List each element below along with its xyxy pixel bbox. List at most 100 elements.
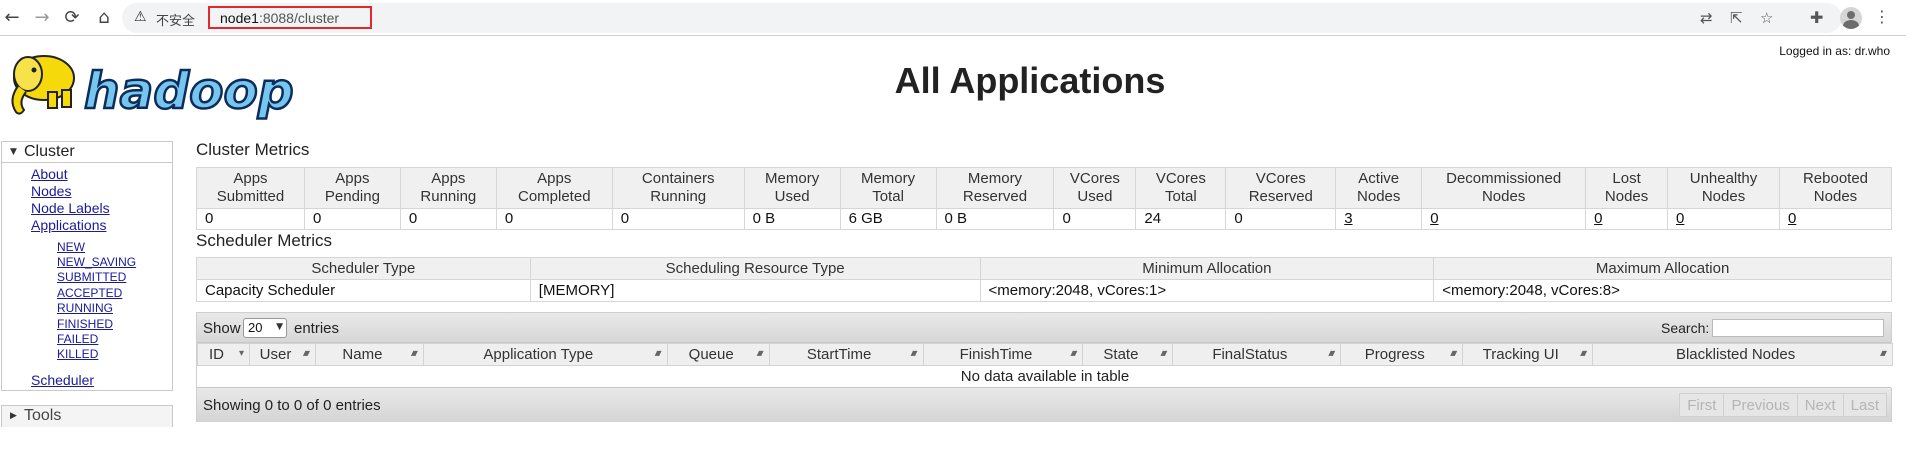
minimum-allocation: <memory:2048, vCores:1> <box>979 279 1435 302</box>
metric-active-nodes-link[interactable]: 3 <box>1344 210 1352 227</box>
metric-decommissioned-nodes-link[interactable]: 0 <box>1430 210 1438 227</box>
scheduler-type: Capacity Scheduler <box>196 279 531 302</box>
warning-icon[interactable]: ⚠ <box>134 9 147 25</box>
metric-lost-nodes-cell: 0 <box>1585 208 1669 230</box>
column-header-label: FinishTime <box>959 346 1033 363</box>
hadoop-logo[interactable]: hadoop <box>4 44 304 121</box>
nav-state-new-saving[interactable]: NEW_SAVING <box>57 255 136 269</box>
pager-first-button[interactable]: First <box>1679 393 1724 417</box>
tools-nav-header[interactable]: ▶ Tools <box>2 406 172 427</box>
cluster-nav-header[interactable]: ▼ Cluster <box>2 142 172 163</box>
share-icon[interactable]: ⇱ <box>1730 9 1743 27</box>
sort-icon: ▴▾ <box>654 348 662 359</box>
scheduler-header: Scheduler Type <box>196 257 531 280</box>
column-header-label: Tracking UI <box>1482 346 1559 363</box>
metric-header: VCores Used <box>1053 167 1137 209</box>
cluster-metrics-header-row: Apps Submitted Apps Pending Apps Running… <box>196 167 1893 209</box>
metric-header: Apps Completed <box>495 167 613 209</box>
metric-rebooted-nodes-link[interactable]: 0 <box>1788 210 1796 227</box>
column-header-label: Progress <box>1364 346 1425 363</box>
column-header-label: User <box>259 346 292 363</box>
cluster-metrics-value-row: 0 0 0 0 0 0 B 6 GB 0 B 0 24 0 3 0 0 0 0 <box>196 208 1893 230</box>
url-host: node1 <box>220 10 259 26</box>
column-header-id[interactable]: ID ▾ <box>197 343 250 366</box>
forward-arrow-icon[interactable]: → <box>30 6 54 30</box>
metric-header: Rebooted Nodes <box>1778 167 1893 209</box>
nav-state-accepted[interactable]: ACCEPTED <box>57 286 122 300</box>
nav-link-scheduler[interactable]: Scheduler <box>31 372 94 388</box>
empty-row: No data available in table <box>197 365 1893 388</box>
column-header-label: StartTime <box>806 346 872 363</box>
insecure-label[interactable]: 不安全 <box>156 10 195 29</box>
sort-icon: ▴▾ <box>1070 348 1077 359</box>
nav-state-killed[interactable]: KILLED <box>57 347 98 361</box>
translate-icon[interactable]: ⇄ <box>1700 9 1713 27</box>
browser-menu-icon[interactable]: ⋮ <box>1874 7 1890 27</box>
column-header-label: Name <box>342 346 383 363</box>
nav-state-running[interactable]: RUNNING <box>57 301 113 315</box>
collapsed-triangle-icon: ▶ <box>10 411 17 421</box>
column-header-blacklisted-nodes[interactable]: Blacklisted Nodes ▴▾ <box>1592 343 1893 366</box>
column-header-label: FinalStatus <box>1212 346 1288 363</box>
metric-header: VCores Reserved <box>1225 167 1337 209</box>
url-text[interactable]: node1:8088/cluster <box>208 6 372 29</box>
extensions-puzzle-icon[interactable]: ✚ <box>1810 8 1823 27</box>
page-title: All Applications <box>894 60 1166 101</box>
logo-wordmark: hadoop <box>84 62 294 120</box>
metric-apps-completed: 0 <box>495 208 613 230</box>
metric-containers-running: 0 <box>611 208 745 230</box>
search-input[interactable] <box>1712 319 1884 337</box>
address-bar[interactable]: ⚠ 不安全 node1:8088/cluster ⇄ ⇱ ☆ <box>122 3 1842 33</box>
metric-vcores-used: 0 <box>1053 208 1137 230</box>
tools-nav-title: Tools <box>24 407 62 424</box>
metric-header: Memory Used <box>743 167 841 209</box>
nav-state-submitted[interactable]: SUBMITTED <box>57 270 126 284</box>
reload-icon[interactable]: ⟳ <box>60 6 84 30</box>
pager-last-button[interactable]: Last <box>1842 393 1887 417</box>
metric-header: Memory Total <box>839 167 937 209</box>
profile-avatar-icon[interactable] <box>1840 7 1862 29</box>
column-header-name[interactable]: Name ▴▾ <box>314 343 424 366</box>
column-header-application-type[interactable]: Application Type ▴▾ <box>422 343 668 366</box>
pager-next-button[interactable]: Next <box>1796 393 1843 417</box>
empty-table-message: No data available in table <box>197 365 1893 388</box>
scheduler-metrics-header-row: Scheduler Type Scheduling Resource Type … <box>196 257 1892 280</box>
column-header-queue[interactable]: Queue ▴▾ <box>666 343 770 366</box>
column-header-finalstatus[interactable]: FinalStatus ▴▾ <box>1172 343 1342 366</box>
scheduler-metrics-table: Scheduler Type Scheduling Resource Type … <box>196 257 1892 302</box>
column-header-starttime[interactable]: StartTime ▴▾ <box>768 343 924 366</box>
scheduling-resource-type: [MEMORY] <box>529 279 981 302</box>
metric-header: Unhealthy Nodes <box>1667 167 1780 209</box>
metric-memory-total: 6 GB <box>839 208 937 230</box>
metric-header: Apps Submitted <box>196 167 305 209</box>
pagination: First Previous Next Last <box>1679 393 1887 417</box>
column-header-state[interactable]: State ▴▾ <box>1082 343 1174 366</box>
back-arrow-icon[interactable]: ← <box>0 6 24 30</box>
sort-icon: ▾ <box>238 348 244 359</box>
nav-state-failed[interactable]: FAILED <box>57 332 98 346</box>
show-label: Show <box>203 320 241 337</box>
metric-header: Containers Running <box>611 167 745 209</box>
home-icon[interactable]: ⌂ <box>92 6 116 30</box>
sort-icon: ▴▾ <box>756 348 764 359</box>
metric-header: VCores Total <box>1135 167 1227 209</box>
column-header-progress[interactable]: Progress ▴▾ <box>1340 343 1464 366</box>
column-header-tracking-ui[interactable]: Tracking UI ▴▾ <box>1462 343 1594 366</box>
pager-previous-button[interactable]: Previous <box>1723 393 1797 417</box>
bookmark-star-icon[interactable]: ☆ <box>1760 9 1773 27</box>
nav-link-applications[interactable]: Applications <box>31 217 107 233</box>
metric-header: Apps Pending <box>303 167 401 209</box>
column-header-user[interactable]: User ▴▾ <box>248 343 316 366</box>
sort-icon: ▴▾ <box>1450 348 1457 359</box>
nav-link-node-labels[interactable]: Node Labels <box>31 200 110 216</box>
nav-state-new[interactable]: NEW <box>57 240 85 254</box>
metric-unhealthy-nodes-link[interactable]: 0 <box>1676 210 1684 227</box>
column-header-finishtime[interactable]: FinishTime ▴▾ <box>922 343 1084 366</box>
nav-state-finished[interactable]: FINISHED <box>57 317 113 331</box>
cluster-nav-section: ▼ Cluster About Nodes Node Labels Applica… <box>1 141 173 391</box>
nav-link-nodes[interactable]: Nodes <box>31 183 71 199</box>
cluster-metrics-title: Cluster Metrics <box>196 140 310 159</box>
nav-link-about[interactable]: About <box>31 166 68 182</box>
page-size-select[interactable]: 20 ▼ <box>243 318 287 338</box>
metric-lost-nodes-link[interactable]: 0 <box>1594 210 1602 227</box>
